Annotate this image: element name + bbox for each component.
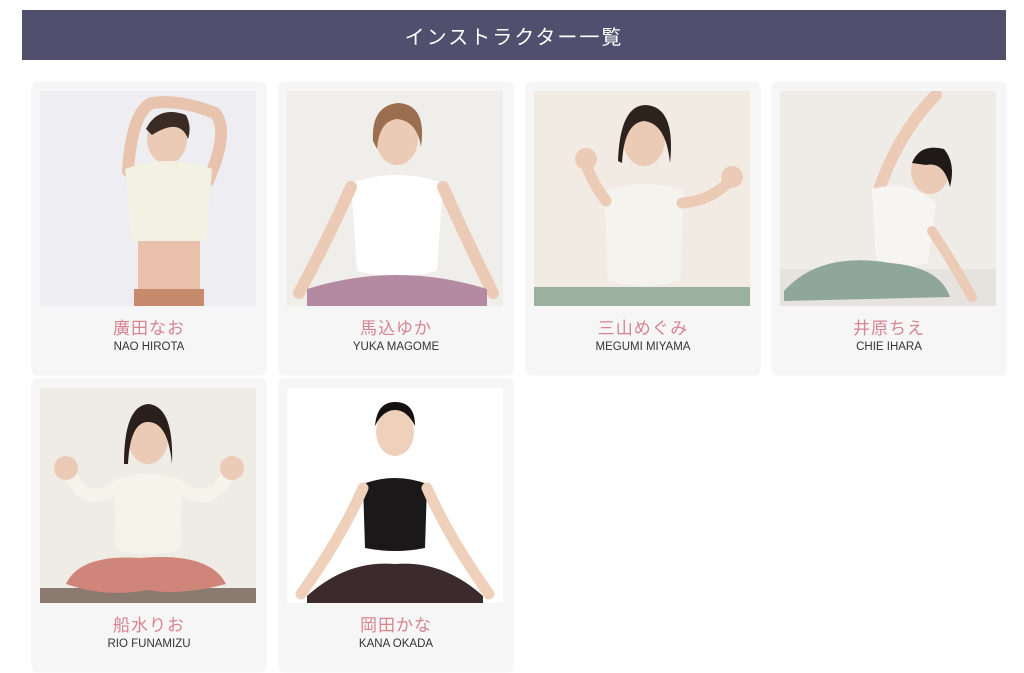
instructor-photo-graphic	[40, 91, 256, 306]
instructor-photo-graphic	[40, 388, 256, 603]
instructor-name-ja: 三山めぐみ	[597, 319, 689, 339]
instructor-name-en: RIO FUNAMIZU	[107, 638, 191, 650]
page-title: インストラクター一覧	[404, 24, 624, 49]
instructor-name-ja: 井原ちえ	[853, 319, 925, 339]
instructor-card[interactable]: 馬込ゆか YUKA MAGOME	[279, 82, 513, 375]
instructor-name-ja: 岡田かな	[360, 616, 432, 636]
header-bar: インストラクター一覧	[22, 10, 1006, 60]
instructor-photo[interactable]	[534, 91, 750, 306]
instructor-name-en: YUKA MAGOME	[352, 341, 440, 353]
instructor-photo-graphic	[780, 91, 996, 306]
instructor-card[interactable]: 船水りお RIO FUNAMIZU	[32, 379, 266, 672]
instructor-photo[interactable]	[780, 91, 996, 306]
instructor-photo-graphic	[287, 91, 503, 306]
instructor-card[interactable]: 三山めぐみ MEGUMI MIYAMA	[526, 82, 760, 375]
instructor-photo-graphic	[287, 388, 503, 603]
instructor-name-ja: 馬込ゆか	[360, 319, 432, 339]
instructor-name-en: KANA OKADA	[358, 638, 434, 650]
instructor-name-en: NAO HIROTA	[113, 341, 185, 353]
instructor-photo-graphic	[534, 91, 750, 306]
instructor-name-en: CHIE IHARA	[856, 341, 922, 353]
instructor-name-ja: 船水りお	[113, 616, 185, 636]
instructor-name-en: MEGUMI MIYAMA	[595, 341, 691, 353]
instructor-list-page: インストラクター一覧 廣田なお NAO HIROTA 馬込ゆか YUKA MAG…	[0, 0, 1024, 673]
instructor-photo[interactable]	[287, 388, 503, 603]
instructor-card[interactable]: 井原ちえ CHIE IHARA	[772, 82, 1006, 375]
instructor-photo[interactable]	[40, 388, 256, 603]
instructor-card[interactable]: 廣田なお NAO HIROTA	[32, 82, 266, 375]
instructor-photo[interactable]	[40, 91, 256, 306]
instructor-photo[interactable]	[287, 91, 503, 306]
instructor-card[interactable]: 岡田かな KANA OKADA	[279, 379, 513, 672]
instructor-name-ja: 廣田なお	[113, 319, 185, 339]
